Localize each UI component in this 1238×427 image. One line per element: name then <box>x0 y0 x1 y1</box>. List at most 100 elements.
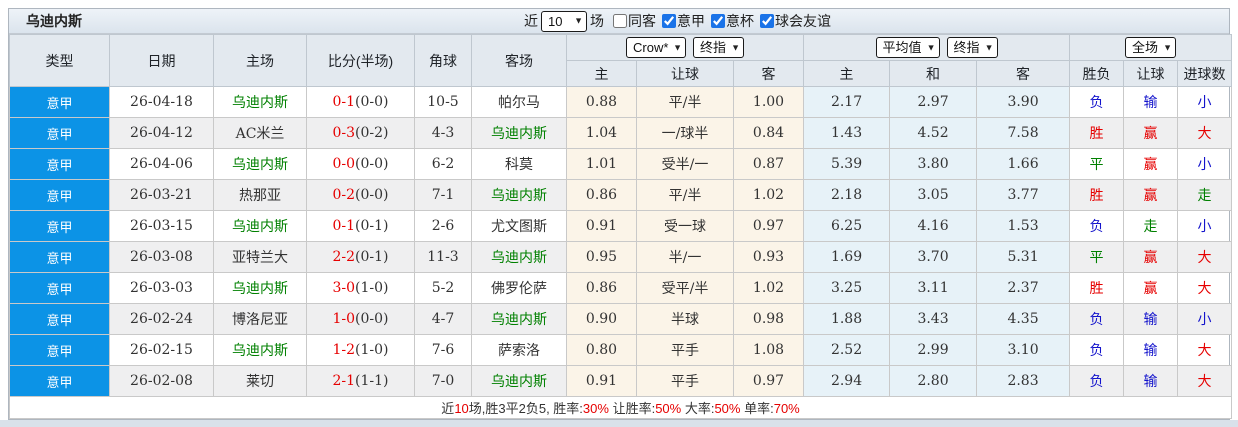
matches-label: 场 <box>590 13 604 29</box>
match-table-body: 意甲 26-04-18 乌迪内斯 0-1(0-0) 10-5 帕尔马 0.88 … <box>9 86 1233 397</box>
summary-stats: 近10场,胜3平2负5, 胜率:30% 让胜率:50% 大率:50% 单率:70… <box>8 396 1233 419</box>
filter-checkbox-text: 同客 <box>628 13 656 29</box>
asian-handicap: 平手 <box>636 334 734 366</box>
match-date: 26-03-03 <box>109 272 214 304</box>
filter-checkbox[interactable] <box>613 14 627 28</box>
euro-home-odds: 5.39 <box>803 148 891 180</box>
home-team: 热那亚 <box>213 179 307 211</box>
filter-checkbox[interactable] <box>662 14 676 28</box>
asian-odds-group-header: Crow* ▼ 终指 ▼ <box>565 34 805 61</box>
score-cell: 1-0(0-0) <box>306 303 415 335</box>
col-header-asian-home: 主 <box>566 60 637 87</box>
period-select[interactable]: 全场 <box>1125 37 1177 58</box>
asian-handicap: 受半/一 <box>636 148 734 180</box>
filter-checkbox-text: 意甲 <box>677 13 705 29</box>
result-handicap: 赢 <box>1123 148 1179 180</box>
away-team: 萨索洛 <box>471 334 567 366</box>
euro-away-odds: 3.90 <box>976 86 1071 118</box>
league-cell: 意甲 <box>9 86 110 118</box>
euro-draw-odds: 2.97 <box>889 86 978 118</box>
asian-home-odds: 1.04 <box>566 117 637 149</box>
euro-draw-odds: 2.80 <box>889 365 978 397</box>
result-goals: 大 <box>1177 272 1233 304</box>
match-row: 意甲 26-03-21 热那亚 0-2(0-0) 7-1 乌迪内斯 0.86 平… <box>9 179 1233 211</box>
euro-home-odds: 1.88 <box>803 303 891 335</box>
away-team: 佛罗伦萨 <box>471 272 567 304</box>
match-row: 意甲 26-03-15 乌迪内斯 0-1(0-1) 2-6 尤文图斯 0.91 … <box>9 210 1233 242</box>
euro-home-odds: 1.43 <box>803 117 891 149</box>
match-count-select[interactable]: 10 <box>541 10 587 32</box>
match-row: 意甲 26-04-18 乌迪内斯 0-1(0-0) 10-5 帕尔马 0.88 … <box>9 86 1233 118</box>
euro-draw-odds: 4.16 <box>889 210 978 242</box>
asian-odds-time-select[interactable]: 终指 <box>693 37 745 58</box>
filter-checkbox[interactable] <box>760 14 774 28</box>
euro-away-odds: 2.37 <box>976 272 1071 304</box>
euro-company-select[interactable]: 平均值 <box>875 37 940 58</box>
euro-away-odds: 2.83 <box>976 365 1071 397</box>
summary-segment: 近 <box>441 401 455 416</box>
match-date: 26-03-21 <box>109 179 214 211</box>
col-header-result-goals: 进球数 <box>1177 60 1233 87</box>
euro-home-odds: 2.18 <box>803 179 891 211</box>
filter-checkbox-label: 同客 <box>607 11 656 31</box>
filter-checkbox-label: 意甲 <box>656 11 705 31</box>
asian-home-odds: 0.88 <box>566 86 637 118</box>
asian-company-select[interactable]: Crow* <box>626 37 687 58</box>
summary-segment: 单率: <box>740 401 774 416</box>
league-cell: 意甲 <box>9 117 110 149</box>
summary-segment: 50% <box>655 401 682 416</box>
euro-draw-odds: 4.52 <box>889 117 978 149</box>
col-header-score: 比分(半场) <box>306 34 415 87</box>
filter-checkbox[interactable] <box>711 14 725 28</box>
col-header-result-outcome: 胜负 <box>1069 60 1125 87</box>
asian-handicap: 半球 <box>636 303 734 335</box>
score-half: (0-1) <box>355 218 389 234</box>
result-handicap: 赢 <box>1123 272 1179 304</box>
col-header-home: 主场 <box>213 34 307 87</box>
asian-handicap: 平手 <box>636 365 734 397</box>
corner-cell: 5-2 <box>414 272 472 304</box>
match-row: 意甲 26-03-03 乌迪内斯 3-0(1-0) 5-2 佛罗伦萨 0.86 … <box>9 272 1233 304</box>
score-half: (1-1) <box>355 373 389 389</box>
asian-handicap: 一/球半 <box>636 117 734 149</box>
col-header-date: 日期 <box>109 34 214 87</box>
col-header-result-handicap: 让球 <box>1123 60 1179 87</box>
result-outcome: 平 <box>1069 148 1125 180</box>
asian-away-odds: 0.97 <box>732 210 805 242</box>
match-history-table: 类型 日期 主场 比分(半场) 角球 客场 Crow* ▼ 终指 ▼ 平均值 ▼… <box>8 34 1233 419</box>
league-cell: 意甲 <box>9 303 110 335</box>
result-handicap: 赢 <box>1123 179 1179 211</box>
score-half: (0-2) <box>355 125 389 141</box>
team-recent-matches-widget: 乌迪内斯 近 10 ▼ 场 同客 意甲 意杯 球会友谊 类型 日期 主场 比分(… <box>8 8 1233 420</box>
asian-away-odds: 1.02 <box>732 272 805 304</box>
asian-home-odds: 0.90 <box>566 303 637 335</box>
score-full: 1-2 <box>332 342 356 358</box>
col-header-euro-home: 主 <box>803 60 891 87</box>
corner-cell: 11-3 <box>414 241 472 273</box>
result-goals: 大 <box>1177 365 1233 397</box>
match-row: 意甲 26-04-06 乌迪内斯 0-0(0-0) 6-2 科莫 1.01 受半… <box>9 148 1233 180</box>
asian-away-odds: 0.93 <box>732 241 805 273</box>
euro-away-odds: 5.31 <box>976 241 1071 273</box>
summary-segment: 70% <box>773 401 800 416</box>
euro-draw-odds: 2.99 <box>889 334 978 366</box>
home-team: 乌迪内斯 <box>213 86 307 118</box>
match-row: 意甲 26-03-08 亚特兰大 2-2(0-1) 11-3 乌迪内斯 0.95… <box>9 241 1233 273</box>
score-cell: 0-0(0-0) <box>306 148 415 180</box>
euro-home-odds: 6.25 <box>803 210 891 242</box>
score-cell: 2-1(1-1) <box>306 365 415 397</box>
result-goals: 大 <box>1177 241 1233 273</box>
score-full: 3-0 <box>332 280 356 296</box>
summary-segment: 大率: <box>681 401 715 416</box>
summary-segment: 场,胜3平2负5, 胜率: <box>468 401 583 416</box>
corner-cell: 7-1 <box>414 179 472 211</box>
asian-away-odds: 0.87 <box>732 148 805 180</box>
score-cell: 0-3(0-2) <box>306 117 415 149</box>
asian-away-odds: 1.00 <box>732 86 805 118</box>
away-team: 乌迪内斯 <box>471 117 567 149</box>
league-cell: 意甲 <box>9 148 110 180</box>
euro-home-odds: 2.94 <box>803 365 891 397</box>
table-footer: 近10场,胜3平2负5, 胜率:30% 让胜率:50% 大率:50% 单率:70… <box>8 396 1233 419</box>
corner-cell: 4-7 <box>414 303 472 335</box>
euro-odds-time-select[interactable]: 终指 <box>946 37 998 58</box>
